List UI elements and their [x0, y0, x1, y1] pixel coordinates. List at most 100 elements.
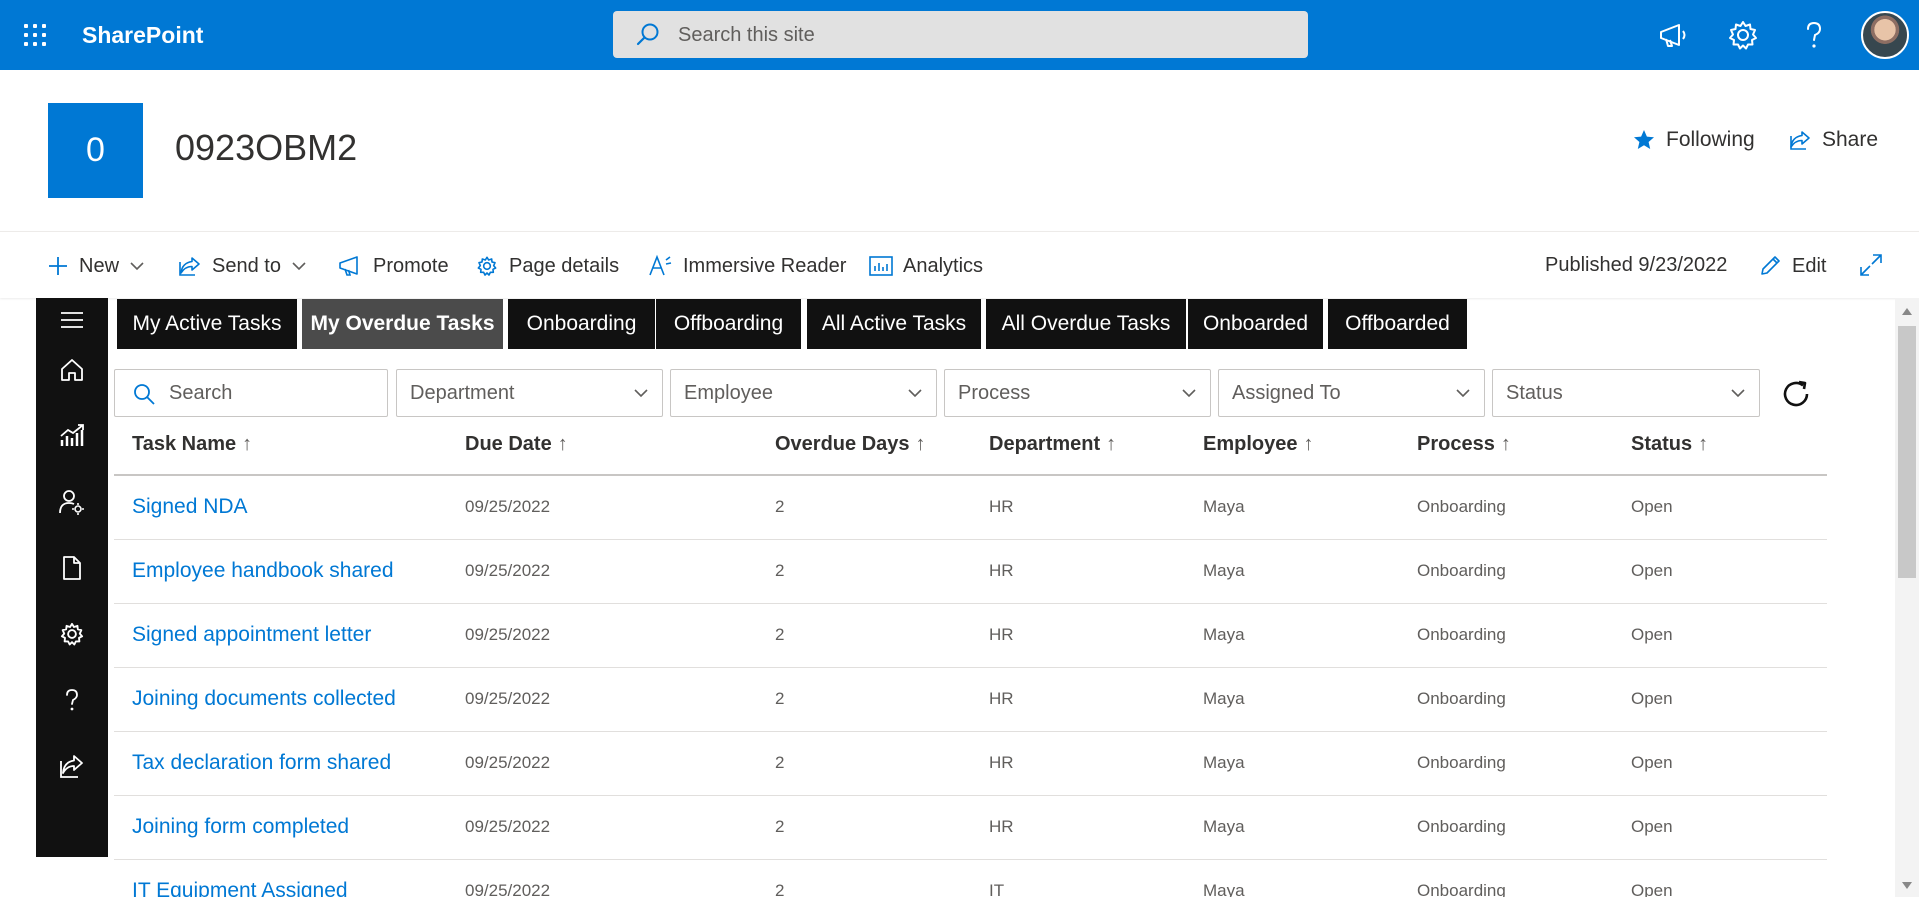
search-icon — [134, 384, 155, 405]
employee-cell: Maya — [1203, 881, 1245, 897]
status-cell: Open — [1631, 625, 1673, 644]
hamburger-menu-icon[interactable] — [58, 306, 86, 334]
tab-onboarded[interactable]: Onboarded — [1188, 299, 1323, 349]
status-cell: Open — [1631, 753, 1673, 772]
tab-all-overdue-tasks[interactable]: All Overdue Tasks — [986, 299, 1186, 349]
tab-offboarded[interactable]: Offboarded — [1328, 299, 1467, 349]
column-header-label: Task Name — [132, 433, 237, 455]
share-icon — [1790, 131, 1810, 150]
analytics-button[interactable]: Analytics — [869, 252, 983, 280]
share-icon[interactable] — [58, 752, 86, 780]
expand-icon[interactable] — [1859, 253, 1883, 277]
task-name-link[interactable]: Employee handbook shared — [132, 559, 394, 583]
table-row[interactable]: Signed appointment letter 09/25/2022 2 H… — [114, 604, 1827, 668]
waffle-icon[interactable] — [20, 20, 50, 50]
task-name-link[interactable]: Signed appointment letter — [132, 623, 371, 647]
edit-button[interactable]: Edit — [1758, 252, 1826, 280]
help-icon[interactable] — [58, 686, 86, 714]
refresh-icon[interactable] — [1778, 376, 1814, 412]
tab-my-active-tasks[interactable]: My Active Tasks — [117, 299, 297, 349]
scrollbar-thumb[interactable] — [1898, 326, 1916, 578]
help-icon[interactable] — [1796, 17, 1832, 53]
assigned-to-dropdown-label: Assigned To — [1232, 382, 1341, 404]
share-button[interactable]: Share — [1788, 128, 1878, 152]
scroll-down-arrow-icon[interactable] — [1901, 881, 1913, 891]
column-header-label: Due Date — [465, 433, 552, 455]
chevron-down-icon — [1456, 389, 1470, 398]
home-icon[interactable] — [58, 356, 86, 384]
site-logo[interactable]: 0 — [48, 103, 143, 198]
employee-cell: Maya — [1203, 561, 1245, 580]
task-name-link[interactable]: Signed NDA — [132, 495, 248, 519]
tab-onboarding[interactable]: Onboarding — [508, 299, 655, 349]
user-settings-icon[interactable] — [58, 488, 86, 516]
avatar[interactable] — [1861, 11, 1909, 59]
column-header-employee[interactable]: Employee ↑ — [1203, 433, 1313, 456]
department-dropdown[interactable]: Department — [396, 369, 663, 417]
assigned-to-dropdown[interactable]: Assigned To — [1218, 369, 1485, 417]
document-icon[interactable] — [58, 554, 86, 582]
table-row[interactable]: Signed NDA 09/25/2022 2 HR Maya Onboardi… — [114, 476, 1827, 540]
new-button[interactable]: New — [47, 252, 145, 280]
send-to-button[interactable]: Send to — [178, 252, 307, 280]
table-row[interactable]: Joining documents collected 09/25/2022 2… — [114, 668, 1827, 732]
employee-cell: Maya — [1203, 753, 1245, 772]
table-row[interactable]: Joining form completed 09/25/2022 2 HR M… — [114, 796, 1827, 860]
overdue-days-cell: 2 — [775, 817, 785, 836]
chevron-down-icon — [1182, 389, 1196, 398]
gear-icon[interactable] — [58, 620, 86, 648]
status-dropdown[interactable]: Status — [1492, 369, 1760, 417]
column-header-label: Status — [1631, 433, 1693, 455]
promote-button[interactable]: Promote — [337, 252, 449, 280]
column-header-task-name[interactable]: Task Name ↑ — [132, 433, 252, 456]
megaphone-icon[interactable] — [1655, 17, 1691, 53]
search-input[interactable]: Search — [114, 369, 388, 417]
process-dropdown[interactable]: Process — [944, 369, 1211, 417]
column-header-status[interactable]: Status ↑ — [1631, 433, 1708, 456]
status-cell: Open — [1631, 497, 1673, 516]
site-search-box[interactable]: Search this site — [613, 11, 1308, 58]
following-button[interactable]: Following — [1632, 128, 1755, 152]
chevron-down-icon — [634, 389, 648, 398]
column-header-due-date[interactable]: Due Date ↑ — [465, 433, 568, 456]
suite-bar: SharePoint Search this site — [0, 0, 1919, 70]
overdue-days-cell: 2 — [775, 561, 785, 580]
app-name[interactable]: SharePoint — [82, 22, 203, 49]
status-cell: Open — [1631, 881, 1673, 897]
employee-dropdown[interactable]: Employee — [670, 369, 937, 417]
page-details-button[interactable]: Page details — [475, 252, 619, 280]
process-cell: Onboarding — [1417, 497, 1506, 516]
tab-all-active-tasks[interactable]: All Active Tasks — [807, 299, 981, 349]
sort-arrow-icon: ↑ — [242, 433, 253, 455]
table-row[interactable]: Employee handbook shared 09/25/2022 2 HR… — [114, 540, 1827, 604]
due-date-cell: 09/25/2022 — [465, 625, 551, 644]
task-name-link[interactable]: IT Equipment Assigned — [132, 879, 348, 897]
send-to-label: Send to — [212, 254, 281, 277]
column-header-overdue-days[interactable]: Overdue Days ↑ — [775, 433, 926, 456]
site-title[interactable]: 0923OBM2 — [175, 127, 357, 169]
chart-icon[interactable] — [58, 422, 86, 450]
department-cell: HR — [989, 817, 1014, 836]
process-cell: Onboarding — [1417, 689, 1506, 708]
gear-icon[interactable] — [1725, 17, 1761, 53]
column-header-label: Overdue Days — [775, 433, 910, 455]
immersive-reader-button[interactable]: Immersive Reader — [647, 252, 846, 280]
status-cell: Open — [1631, 817, 1673, 836]
overdue-days-cell: 2 — [775, 497, 785, 516]
process-cell: Onboarding — [1417, 881, 1506, 897]
column-header-process[interactable]: Process ↑ — [1417, 433, 1511, 456]
table-row[interactable]: Tax declaration form shared 09/25/2022 2… — [114, 732, 1827, 796]
task-name-link[interactable]: Joining form completed — [132, 815, 349, 839]
vertical-scrollbar[interactable] — [1895, 298, 1919, 897]
scroll-up-arrow-icon[interactable] — [1901, 306, 1913, 316]
tab-my-overdue-tasks[interactable]: My Overdue Tasks — [302, 299, 503, 349]
tab-offboarding[interactable]: Offboarding — [656, 299, 801, 349]
command-bar: New Send to Promote Page details Immersi… — [0, 231, 1919, 298]
task-name-link[interactable]: Joining documents collected — [132, 687, 396, 711]
table-row[interactable]: IT Equipment Assigned 09/25/2022 2 IT Ma… — [114, 860, 1827, 897]
department-cell: HR — [989, 497, 1014, 516]
column-header-department[interactable]: Department ↑ — [989, 433, 1116, 456]
task-name-link[interactable]: Tax declaration form shared — [132, 751, 391, 775]
overdue-days-cell: 2 — [775, 753, 785, 772]
column-header-label: Process — [1417, 433, 1495, 455]
